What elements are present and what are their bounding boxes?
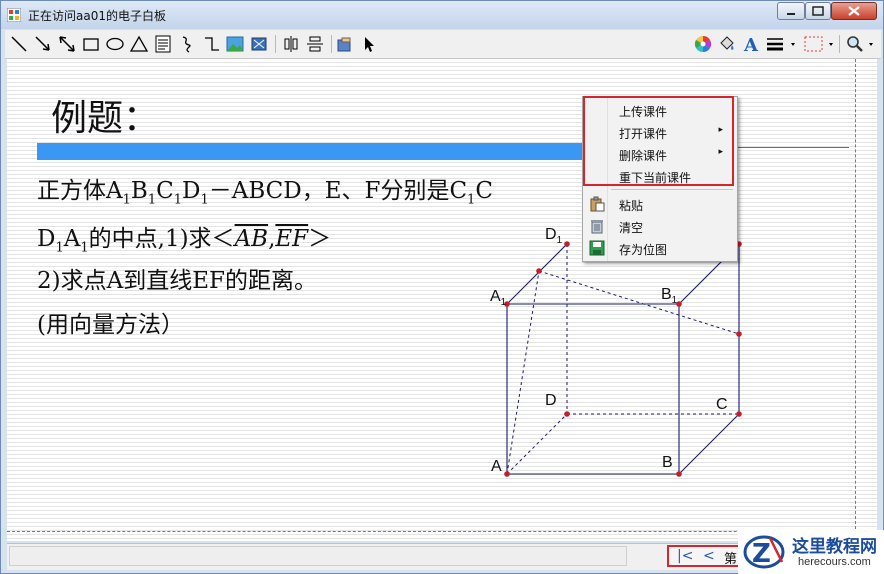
- menu-item-delete-courseware[interactable]: 删除课件 ▸: [585, 143, 733, 165]
- status-field: [9, 546, 627, 566]
- fill-bucket-icon[interactable]: [717, 34, 737, 54]
- watermark-title: 这里教程网: [792, 537, 877, 557]
- submenu-arrow-icon: ▸: [718, 125, 723, 135]
- minimize-icon: [787, 13, 795, 15]
- label-d: D: [545, 392, 557, 409]
- prev-page-button[interactable]: <: [703, 548, 715, 564]
- ellipse-tool-icon[interactable]: [105, 34, 125, 54]
- minimize-button[interactable]: [777, 2, 805, 20]
- point-d: [564, 411, 570, 417]
- context-menu: 上传课件 打开课件 ▸ 删除课件 ▸ 重下当前课件 粘贴 清空 存为位图: [582, 96, 738, 262]
- drawing-toolbar: A: [5, 30, 881, 59]
- first-page-button[interactable]: |<: [677, 548, 693, 564]
- border-style-icon[interactable]: [803, 34, 837, 54]
- close-icon: [848, 6, 860, 16]
- dashed-a-e: [506, 270, 540, 475]
- toolbar-separator: [275, 35, 276, 53]
- edge-b-c: [678, 413, 740, 475]
- close-button[interactable]: [831, 2, 877, 20]
- trash-icon: [591, 220, 603, 234]
- submenu-arrow-icon: ▸: [718, 147, 723, 157]
- point-e: [536, 268, 542, 274]
- color-wheel-icon[interactable]: [693, 34, 713, 54]
- app-icon: [7, 8, 21, 22]
- font-glyph: A: [743, 35, 759, 54]
- zoom-icon[interactable]: [845, 34, 879, 54]
- font-icon[interactable]: A: [741, 34, 761, 54]
- arrow-tool-icon[interactable]: [33, 34, 53, 54]
- label-b1: B1: [661, 286, 678, 306]
- media-tool-icon[interactable]: [249, 34, 269, 54]
- svg-text:Z: Z: [752, 539, 771, 569]
- polyline-tool-icon[interactable]: [201, 34, 221, 54]
- save-icon: [589, 240, 605, 256]
- point-a: [504, 471, 510, 477]
- image-tool-icon[interactable]: [225, 34, 245, 54]
- point-f: [736, 331, 742, 337]
- point-c: [736, 411, 742, 417]
- cursor-icon[interactable]: [359, 34, 379, 54]
- point-b: [676, 471, 682, 477]
- whiteboard-canvas[interactable]: 例题： 正方体A1B1C1D1－ABCD，E、F分别是C1C D1A1的中点,1…: [7, 59, 877, 541]
- double-arrow-tool-icon[interactable]: [57, 34, 77, 54]
- hidden-edge-a-d: [506, 413, 568, 475]
- menu-item-paste[interactable]: 粘贴: [585, 193, 733, 215]
- watermark-logo-icon: Z: [743, 535, 785, 569]
- menu-item-upload-courseware[interactable]: 上传课件: [585, 99, 733, 121]
- textbox-tool-icon[interactable]: [153, 34, 173, 54]
- menu-item-save-bitmap[interactable]: 存为位图: [585, 237, 733, 259]
- label-a: A: [491, 458, 502, 475]
- line-width-icon[interactable]: [765, 34, 799, 54]
- menu-item-redownload-courseware[interactable]: 重下当前课件: [585, 165, 733, 187]
- maximize-icon: [812, 6, 824, 16]
- toolbar-separator: [839, 35, 840, 53]
- line-tool-icon[interactable]: [9, 34, 29, 54]
- menu-item-clear[interactable]: 清空: [585, 215, 733, 237]
- freehand-tool-icon[interactable]: [177, 34, 197, 54]
- align-tool-icon[interactable]: [281, 34, 301, 54]
- window-title: 正在访问aa01的电子白板: [28, 9, 166, 23]
- dashed-ef: [538, 270, 740, 335]
- label-a1: A1: [490, 288, 507, 308]
- maximize-button[interactable]: [805, 2, 831, 20]
- menu-item-open-courseware[interactable]: 打开课件 ▸: [585, 121, 733, 143]
- hand-pointer-icon[interactable]: [335, 34, 355, 54]
- watermark-url: herecours.com: [798, 556, 871, 568]
- distribute-tool-icon[interactable]: [305, 34, 325, 54]
- triangle-tool-icon[interactable]: [129, 34, 149, 54]
- rectangle-tool-icon[interactable]: [81, 34, 101, 54]
- paste-icon: [590, 196, 605, 212]
- edge-a1-d1: [506, 243, 568, 305]
- cube-figure: D1 A1 B1 D C A B: [490, 226, 742, 477]
- toolbar-separator: [331, 35, 332, 53]
- page-label: 第: [724, 552, 738, 567]
- menu-separator: [611, 189, 733, 190]
- page-navigation: |< < 第: [667, 545, 749, 567]
- label-c: C: [716, 396, 728, 413]
- point-d1: [564, 241, 570, 247]
- label-d1: D1: [545, 226, 563, 246]
- label-b: B: [662, 454, 673, 471]
- whiteboard-window: 正在访问aa01的电子白板 A 例题： 正方体A1B1C1D1－ABCD，E、F…: [0, 0, 884, 574]
- title-bar[interactable]: 正在访问aa01的电子白板: [1, 1, 883, 29]
- watermark: Z 这里教程网 herecours.com: [738, 530, 884, 574]
